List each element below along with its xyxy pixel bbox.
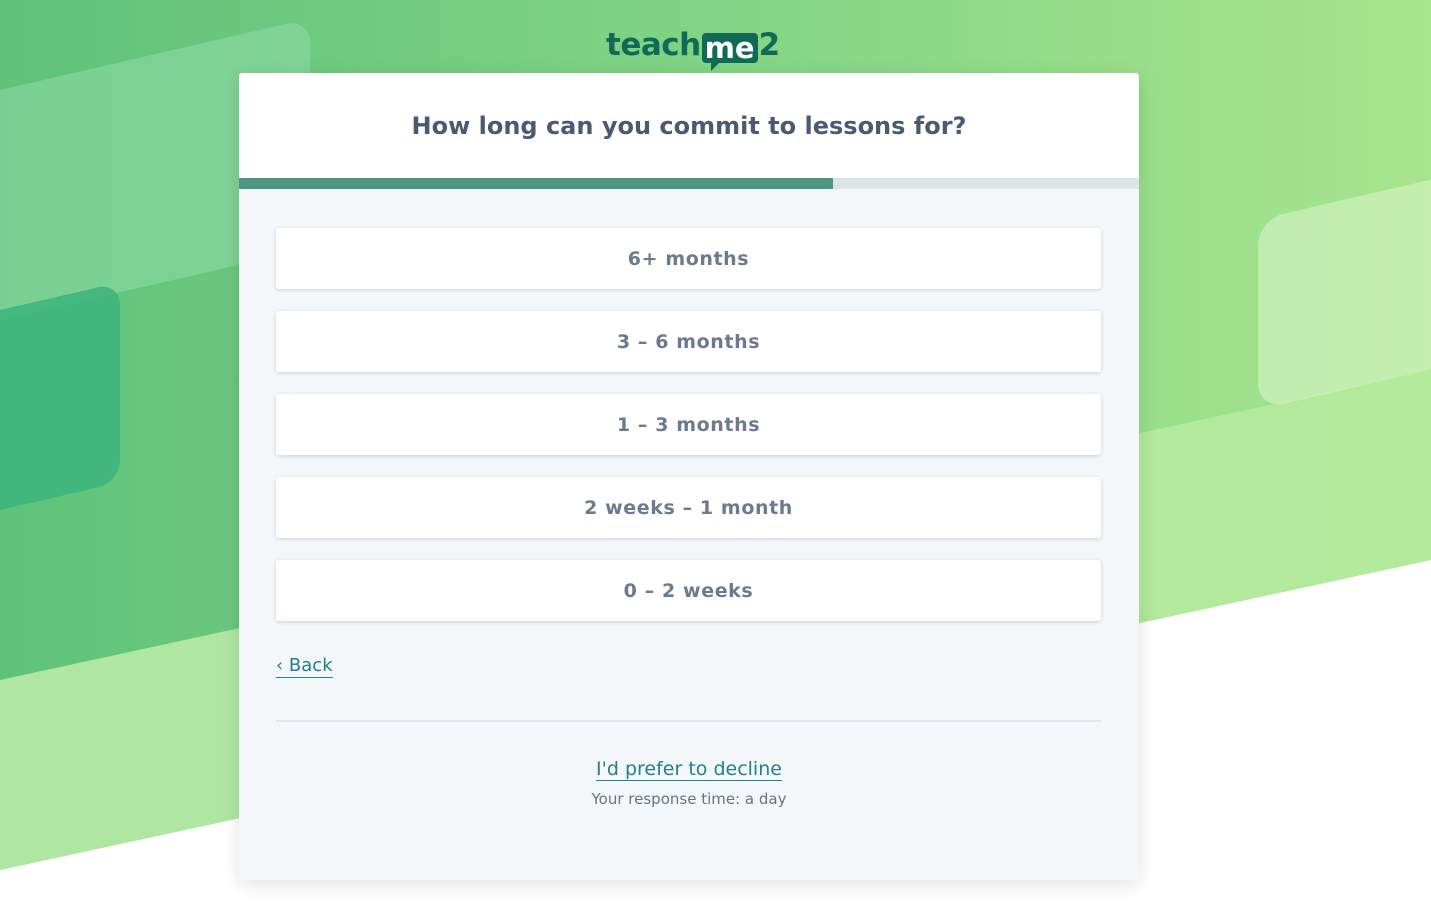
logo-text-2: 2 bbox=[758, 27, 781, 63]
option-2-weeks-1-month[interactable]: 2 weeks – 1 month bbox=[276, 477, 1101, 538]
logo-text-teach: teach bbox=[606, 27, 701, 63]
progress-bar bbox=[239, 178, 1139, 189]
decline-link[interactable]: I'd prefer to decline bbox=[596, 758, 782, 781]
answer-options: 6+ months 3 – 6 months 1 – 3 months 2 we… bbox=[276, 228, 1101, 643]
back-link[interactable]: ‹ Back bbox=[276, 655, 333, 678]
option-1-3-months[interactable]: 1 – 3 months bbox=[276, 394, 1101, 455]
option-3-6-months[interactable]: 3 – 6 months bbox=[276, 311, 1101, 372]
logo-speech-bubble: me bbox=[701, 33, 758, 71]
question-card: How long can you commit to lessons for? … bbox=[239, 73, 1139, 880]
decline-container: I'd prefer to decline bbox=[239, 757, 1139, 781]
card-header: How long can you commit to lessons for? bbox=[239, 73, 1139, 178]
option-6-plus-months[interactable]: 6+ months bbox=[276, 228, 1101, 289]
option-0-2-weeks[interactable]: 0 – 2 weeks bbox=[276, 560, 1101, 621]
divider bbox=[276, 720, 1101, 722]
question-title: How long can you commit to lessons for? bbox=[411, 111, 967, 140]
response-time-text: Your response time: a day bbox=[591, 790, 787, 808]
progress-bar-fill bbox=[239, 178, 833, 189]
teachme2-logo: teach me 2 bbox=[606, 14, 781, 71]
